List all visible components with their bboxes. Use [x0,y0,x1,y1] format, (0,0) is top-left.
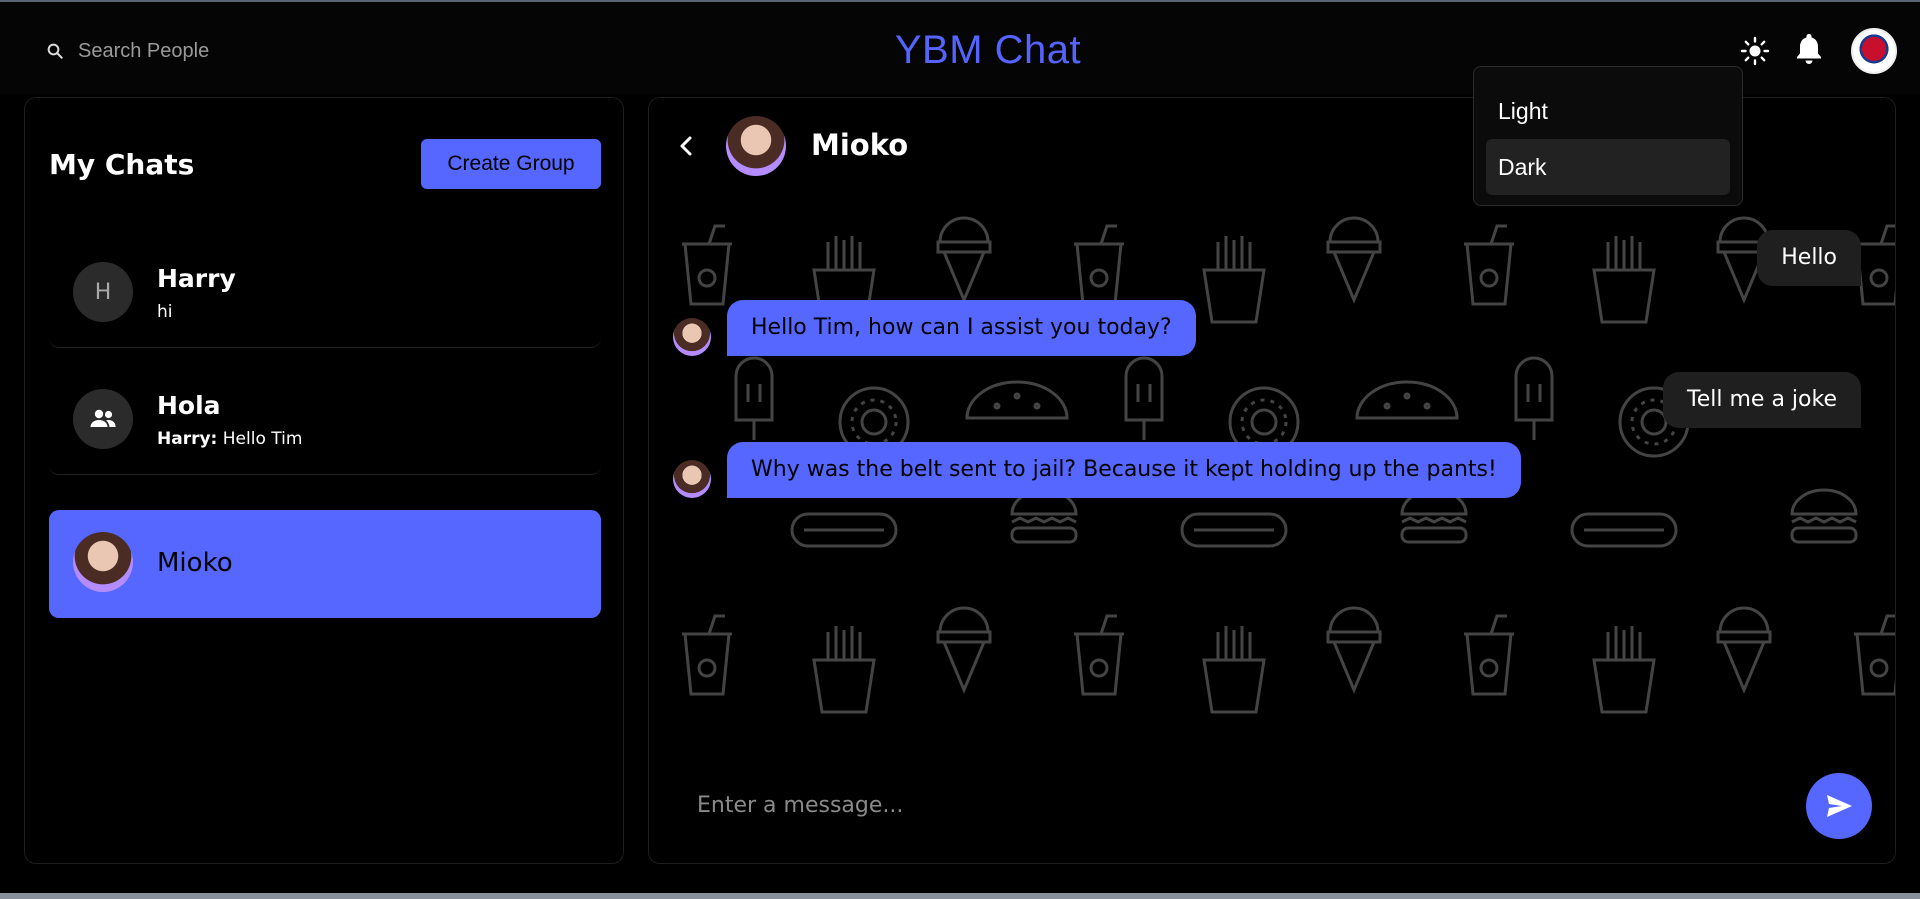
send-button[interactable] [1806,773,1872,839]
chat-preview: Harry: Hello Tim [157,429,302,449]
sent-message: Hello [1757,230,1861,286]
chat-preview-text: Hello Tim [222,429,303,449]
received-message: Hello Tim, how can I assist you today? [727,300,1196,356]
chat-name: Harry [157,264,236,293]
sent-message: Tell me a joke [1663,372,1861,428]
contact-name: Mioko [811,128,909,162]
chat-avatar-mioko [73,532,133,592]
chat-avatar-harry: H [73,262,133,322]
contact-avatar[interactable] [726,116,786,176]
chat-name: Mioko [157,548,233,578]
chat-avatar-hola [73,389,133,449]
chat-preview-text: hi [157,302,173,322]
send-icon [1827,795,1852,817]
chat-item-harry[interactable]: H Harry hi [49,240,601,348]
message-composer [649,749,1895,863]
chats-sidebar: My Chats Create Group H Harry hi Hola Ha… [24,97,624,864]
chat-preview: hi [157,302,173,322]
theme-option-dark[interactable]: Dark [1486,139,1730,195]
chat-name: Hola [157,391,221,420]
messages-area[interactable]: Hello Hello Tim, how can I assist you to… [649,194,1895,749]
conversation-panel: Mioko Hello Hello Tim, how can I assist … [648,97,1896,864]
message-avatar [673,460,711,498]
sun-icon[interactable] [1740,36,1770,66]
my-chats-title: My Chats [49,148,195,181]
received-message: Why was the belt sent to jail? Because i… [727,442,1521,498]
message-input[interactable] [673,775,1773,835]
bell-icon[interactable] [1793,32,1825,66]
theme-menu: Light Dark [1473,66,1743,206]
user-avatar[interactable] [1851,28,1897,74]
group-icon [90,409,116,427]
back-arrow-icon[interactable] [669,128,705,164]
chat-preview-sender: Harry: [157,429,218,449]
message-avatar [673,318,711,356]
chat-item-mioko[interactable]: Mioko [49,510,601,618]
theme-option-light[interactable]: Light [1486,83,1730,139]
chat-item-hola[interactable]: Hola Harry: Hello Tim [49,367,601,475]
create-group-button[interactable]: Create Group [421,139,601,189]
